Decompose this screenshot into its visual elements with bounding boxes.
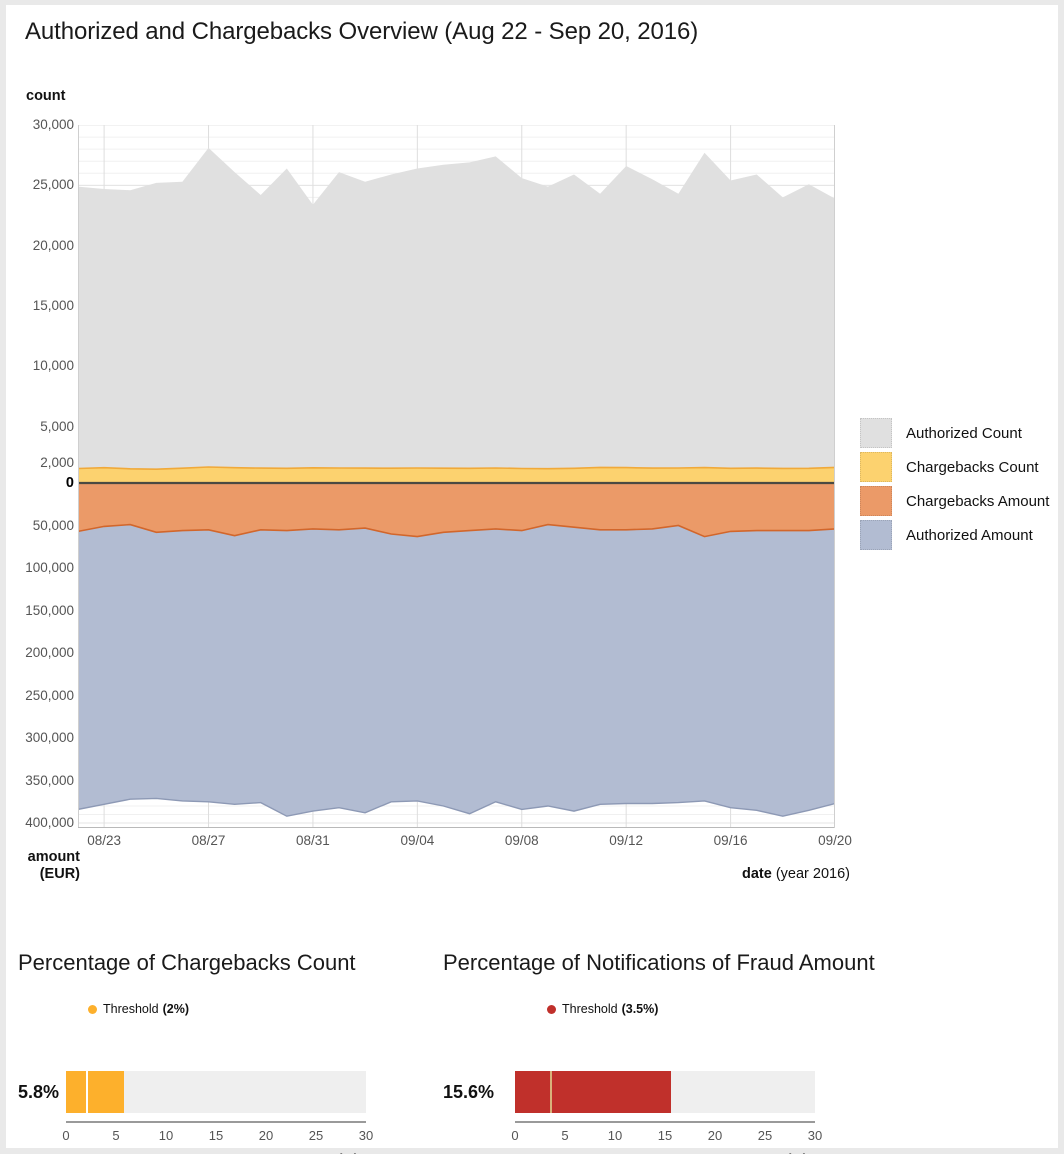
color-swatch-icon xyxy=(860,486,892,516)
color-swatch-icon xyxy=(860,452,892,482)
bullet-threshold-marker xyxy=(86,1071,88,1113)
bullet-x-tick-25: 25 xyxy=(308,1128,324,1143)
bullet-track xyxy=(515,1071,815,1113)
x-tick-08-27: 08/27 xyxy=(191,833,226,848)
legend-item-chargebacks-amount[interactable]: Chargebacks Amount xyxy=(860,484,1049,518)
x-tick-08-31: 08/31 xyxy=(296,833,330,848)
bullet-x-tick-5: 5 xyxy=(112,1128,120,1143)
bullet-value-label: 15.6% xyxy=(443,1082,495,1102)
bullet-x-tick-25: 25 xyxy=(757,1128,773,1143)
bullet-axis-line xyxy=(66,1121,366,1123)
x-axis-labels: 08/23 08/27 08/31 09/04 09/08 09/12 09/16 09/20 xyxy=(78,833,852,855)
chart-legend: Authorized Count Chargebacks Count Chargeb… xyxy=(860,416,1049,552)
x-tick-09-12: 09/12 xyxy=(609,833,644,848)
bullet-value-label: 5.8% xyxy=(18,1082,60,1102)
x-tick-09-16: 09/16 xyxy=(713,833,748,848)
y-tick-amount-350000: 350,000 xyxy=(25,772,74,788)
legend-item-chargebacks-count[interactable]: Chargebacks Count xyxy=(860,450,1049,484)
bullet-x-tick-30: 30 xyxy=(358,1128,374,1143)
area-chargebacks-count xyxy=(78,467,835,483)
bullet-x-tick-0: 0 xyxy=(511,1128,519,1143)
threshold-value: (2%) xyxy=(162,1002,189,1016)
bullet-threshold-marker xyxy=(550,1071,552,1113)
bullet-title: Percentage of Chargebacks Count xyxy=(18,950,356,975)
y-tick-count-25000: 25,000 xyxy=(32,177,74,193)
threshold-label: Threshold xyxy=(562,1002,618,1016)
count-axis-title: count xyxy=(26,88,66,104)
y-tick-amount-400000: 400,000 xyxy=(25,815,74,830)
bullet-x-tick-30: 30 xyxy=(807,1128,823,1143)
threshold-legend: Threshold (3.5%) xyxy=(547,1002,658,1016)
y-tick-count-0: 0 xyxy=(65,475,74,491)
y-tick-amount-250000: 250,000 xyxy=(25,687,74,703)
legend-item-authorized-amount[interactable]: Authorized Amount xyxy=(860,518,1049,552)
threshold-dot-icon xyxy=(547,1004,556,1014)
bullet-x-tick-10: 10 xyxy=(607,1128,623,1143)
color-swatch-icon xyxy=(860,418,892,448)
y-tick-count-30000: 30,000 xyxy=(32,117,74,132)
legend-item-label: Chargebacks Amount xyxy=(906,492,1050,510)
legend-item-label: Chargebacks Count xyxy=(906,458,1039,476)
legend-item-authorized-count[interactable]: Authorized Count xyxy=(860,416,1049,450)
y-tick-amount-50000: 50,000 xyxy=(32,517,74,533)
legend-item-label: Authorized Amount xyxy=(906,526,1033,544)
bullet-x-tick-0: 0 xyxy=(62,1128,70,1143)
y-tick-amount-150000: 150,000 xyxy=(25,602,74,618)
threshold-label: Threshold xyxy=(103,1002,159,1016)
bullet-fill-bar xyxy=(515,1071,671,1113)
bullet-body: Threshold(3.5%)15.6%051015202530(%) xyxy=(443,976,963,1154)
y-tick-count-10000: 10,000 xyxy=(32,358,74,374)
y-tick-amount-300000: 300,000 xyxy=(25,730,74,745)
bullet-x-tick-5: 5 xyxy=(561,1128,569,1143)
legend-item-label: Authorized Count xyxy=(906,424,1022,442)
bullet-x-tick-15: 15 xyxy=(208,1128,224,1143)
area-chart-plot xyxy=(78,125,835,828)
card-edge-bottom xyxy=(0,1148,1064,1154)
y-tick-count-5000: 5,000 xyxy=(40,418,74,434)
x-tick-09-08: 09/08 xyxy=(504,833,539,848)
area-authorized-count xyxy=(78,147,835,483)
amount-axis-title-line2: (EUR) xyxy=(39,866,80,882)
threshold-value: (3.5%) xyxy=(621,1002,659,1016)
dashboard-card: Authorized and Chargebacks Overview (Aug… xyxy=(0,0,1064,1154)
threshold-dot-icon xyxy=(88,1004,97,1014)
y-tick-count-20000: 20,000 xyxy=(32,237,74,253)
y-tick-amount-200000: 200,000 xyxy=(25,645,74,660)
date-axis-title-bold: date xyxy=(741,866,772,882)
bullet-x-tick-15: 15 xyxy=(657,1128,673,1143)
area-chart-svg xyxy=(78,125,835,828)
bullet-panel-notifications-of-fraud-amount: Percentage of Notifications of Fraud Amo… xyxy=(443,950,963,1154)
bullet-fill-bar xyxy=(66,1071,124,1113)
card-edge-right xyxy=(1058,0,1064,1154)
bullet-body: Threshold(2%)5.8%051015202530(%) xyxy=(18,976,418,1154)
y-axis-labels: 30,000 25,000 20,000 15,000 10,000 5,000 2,000… xyxy=(4,117,74,830)
area-chargebacks-amount xyxy=(78,483,835,537)
y-tick-count-2000: 2,000 xyxy=(40,455,74,470)
card-edge-top xyxy=(0,0,1064,5)
y-tick-amount-100000: 100,000 xyxy=(25,560,74,575)
date-axis-title-year: (year 2016) xyxy=(771,866,850,882)
color-swatch-icon xyxy=(860,520,892,550)
bullet-panel-chargebacks-count: Percentage of Chargebacks Count Threshold… xyxy=(18,950,418,1154)
y-tick-count-15000: 15,000 xyxy=(32,298,74,314)
page-title: Authorized and Chargebacks Overview (Aug… xyxy=(25,18,699,45)
date-axis-title: date (year 2016) xyxy=(600,866,850,882)
bullet-title: Percentage of Notifications of Fraud Amo… xyxy=(443,950,875,975)
bullet-x-tick-20: 20 xyxy=(707,1128,723,1143)
x-tick-09-20: 09/20 xyxy=(818,833,852,848)
threshold-legend: Threshold (2%) xyxy=(88,1002,189,1016)
amount-axis-title-line1: amount xyxy=(27,849,80,865)
bullet-track xyxy=(66,1071,366,1113)
amount-axis-title: amount (EUR) xyxy=(8,849,80,883)
x-tick-08-23: 08/23 xyxy=(87,833,121,848)
bullet-x-tick-10: 10 xyxy=(158,1128,174,1143)
x-tick-09-04: 09/04 xyxy=(400,833,435,848)
bullet-x-tick-20: 20 xyxy=(258,1128,274,1143)
bullet-axis-line xyxy=(515,1121,815,1123)
